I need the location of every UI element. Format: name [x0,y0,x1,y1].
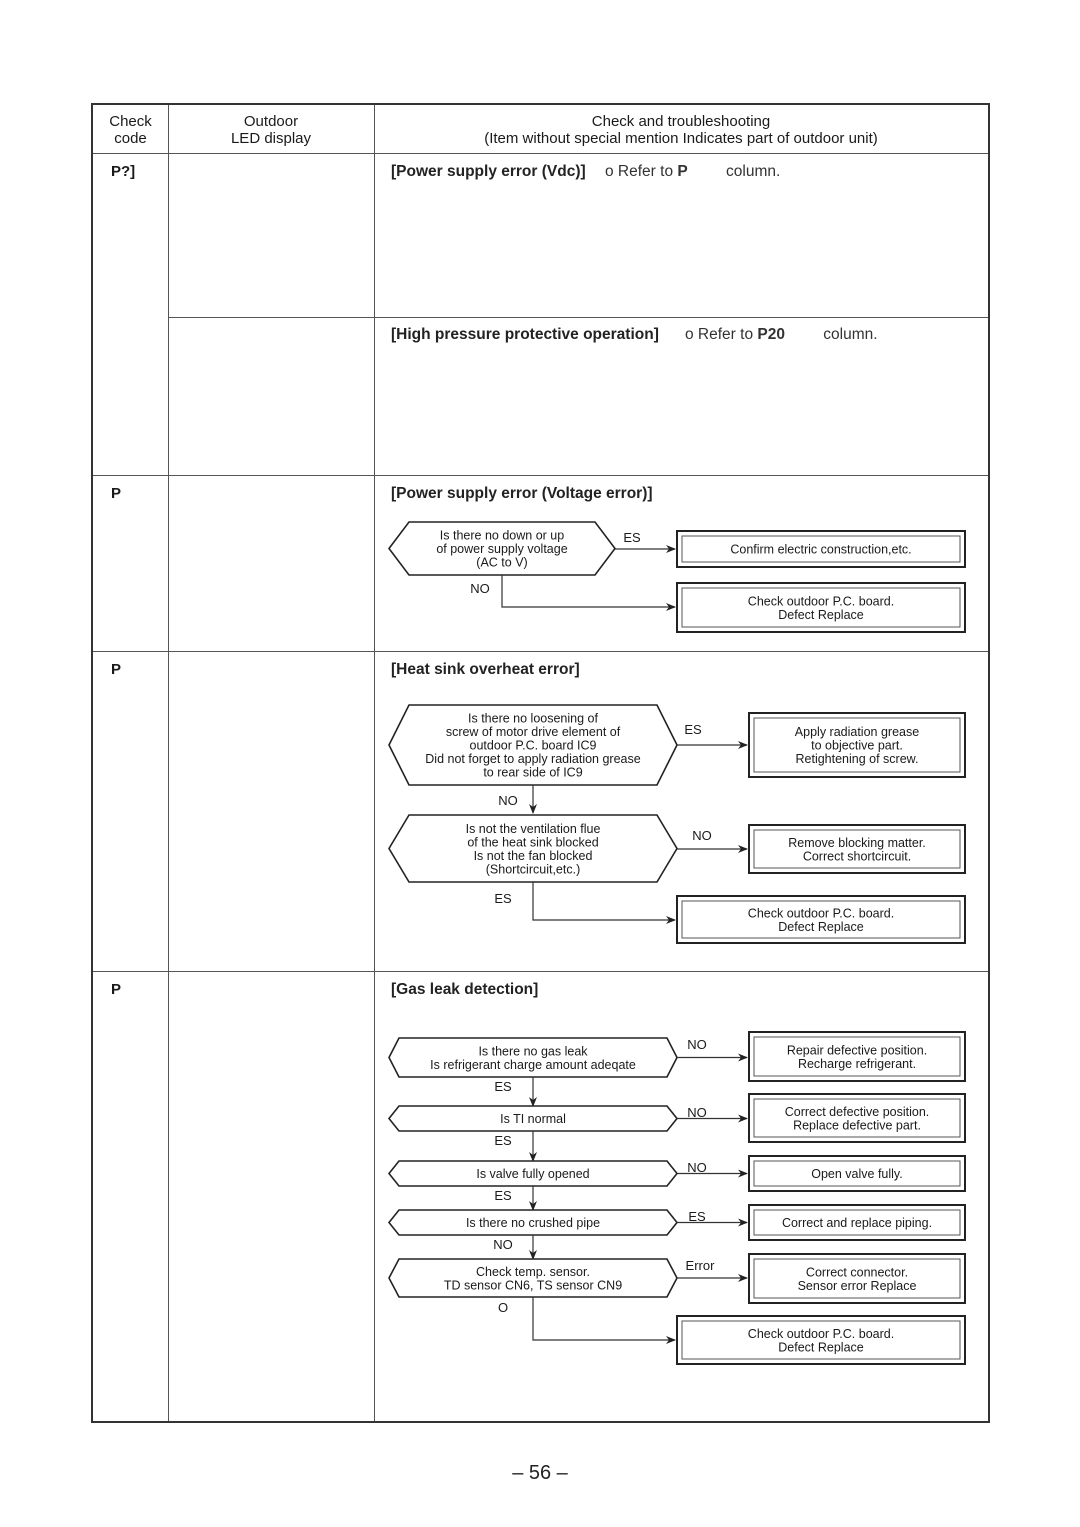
flow-arrow [501,575,676,611]
action-text: Recharge refrigerant. [798,1057,916,1071]
action-text: Remove blocking matter. [788,836,926,850]
decision-text: (Shortcircuit,etc.) [486,862,580,876]
flow-arrow [532,1297,676,1344]
branch-label: ES [494,891,512,906]
branch-label: ES [623,530,641,545]
action-text: Check outdoor P.C. board. [748,594,894,608]
page-number: – 56 – [512,1462,568,1484]
branch-label: NO [470,581,490,596]
action-text: Check outdoor P.C. board. [748,906,894,920]
branch-label: Error [686,1258,716,1273]
decision-text: Is not the fan blocked [474,849,593,863]
branch-label: ES [688,1209,706,1224]
branch-label: O [498,1300,508,1315]
branch-label: NO [498,793,518,808]
decision-text: Is refrigerant charge amount adeqate [430,1058,636,1072]
action-text: Apply radiation grease [795,725,919,739]
branch-label: NO [687,1105,707,1120]
action-text: to objective part. [811,739,903,753]
action-text: Correct defective position. [785,1105,930,1119]
branch-label: NO [692,828,712,843]
decision-text: of power supply voltage [436,542,567,556]
flowcharts: Is there no down or upof power supply vo… [387,521,966,1365]
action-text: Correct connector. [806,1265,908,1279]
decision-text: Is there no crushed pipe [466,1216,600,1230]
flow-arrow [532,882,676,924]
decision-text: Is there no loosening of [468,712,598,726]
action-text: Defect Replace [778,1340,864,1354]
action-text: Replace defective part. [793,1118,921,1132]
action-text: Retightening of screw. [796,752,919,766]
branch-label: ES [684,722,702,737]
branch-label: NO [687,1037,707,1052]
action-text: Repair defective position. [787,1043,927,1057]
decision-text: of the heat sink blocked [467,835,598,849]
decision-text: Is valve fully opened [476,1167,589,1181]
decision-text: Is not the ventilation flue [466,822,601,836]
branch-label: ES [494,1079,512,1094]
action-text: Defect Replace [778,920,864,934]
action-text: Check outdoor P.C. board. [748,1327,894,1341]
action-text: Correct and replace piping. [782,1216,932,1230]
decision-text: (AC to V) [476,556,527,570]
decision-text: Is there no gas leak [478,1044,588,1058]
action-text: Open valve fully. [811,1167,902,1181]
branch-label: ES [494,1188,512,1203]
decision-text: Check temp. sensor. [476,1265,590,1279]
decision-text: Is there no down or up [440,529,564,543]
decision-text: outdoor P.C. board IC9 [470,739,597,753]
action-text: Correct shortcircuit. [803,849,911,863]
action-text: Sensor error Replace [798,1279,917,1293]
decision-text: screw of motor drive element of [446,725,621,739]
action-text: Defect Replace [778,608,864,622]
action-text: Confirm electric construction,etc. [730,543,911,557]
decision-text: Did not forget to apply radiation grease [425,752,640,766]
branch-label: ES [494,1133,512,1148]
branch-label: NO [687,1160,707,1175]
branch-label: NO [493,1237,513,1252]
decision-text: Is TI normal [500,1112,566,1126]
decision-text: to rear side of IC9 [483,766,582,780]
decision-text: TD sensor CN6, TS sensor CN9 [444,1278,622,1292]
